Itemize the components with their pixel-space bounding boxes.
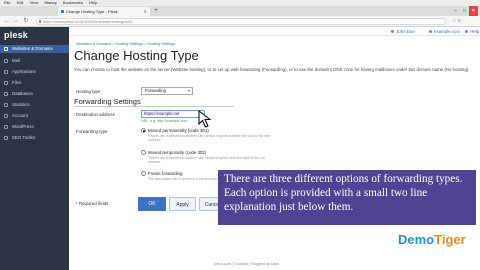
menu-history[interactable]: History: [44, 0, 56, 5]
close-tab-icon[interactable]: ✕: [144, 7, 147, 16]
plesk-logo[interactable]: plesk: [4, 30, 28, 40]
sidebar-item-label: Mail: [12, 58, 21, 63]
sidebar-item-label: Account: [12, 113, 28, 118]
address-text: https://www.plesk.local:8443/smb/web/set…: [43, 19, 133, 24]
browser-tab[interactable]: Change Hosting Type - Plesk ✕: [58, 7, 150, 16]
sidebar-item-label: SEO Toolkit: [12, 135, 35, 140]
globe-icon: [4, 47, 8, 51]
app-window: File Edit View History Bookmarks Help Ch…: [0, 0, 480, 270]
sidebar-item-label: Applications: [12, 69, 36, 74]
sidebar-item-account[interactable]: Account: [0, 112, 69, 120]
menu-edit[interactable]: Edit: [17, 0, 24, 5]
demotiger-logo: DemoTiger: [398, 232, 466, 247]
folder-icon: [4, 81, 8, 85]
option-label-301[interactable]: Moved permanently (code 301): [148, 128, 209, 133]
sidebar-item-websites-domains[interactable]: Websites & Domains: [0, 45, 69, 53]
address-bar[interactable]: https://www.plesk.local:8443/smb/web/set…: [36, 18, 446, 25]
reload-icon[interactable]: ↻: [22, 17, 30, 26]
maximize-icon[interactable]: □: [460, 6, 469, 16]
destination-hint: URL, e.g. http://example.com: [141, 119, 188, 123]
menu-help[interactable]: Help: [89, 0, 97, 5]
menu-file[interactable]: File: [4, 0, 10, 5]
seo-icon: [4, 136, 8, 140]
hosting-type-select[interactable]: Forwarding ▾: [141, 87, 193, 95]
help-menu[interactable]: Help: [465, 27, 479, 36]
tab-title: Change Hosting Type - Plesk: [66, 9, 118, 14]
help-icon: [465, 30, 468, 34]
user-icon: [391, 30, 394, 34]
destination-address-label: Destination address: [76, 112, 115, 117]
user-menu[interactable]: John Doe: [391, 27, 415, 36]
window-controls: – □ ✕: [451, 6, 478, 16]
sidebar-item-mail[interactable]: Mail: [0, 57, 69, 65]
annotation-callout: There are three different options of for…: [218, 170, 476, 225]
sidebar-item-seo-toolkit[interactable]: SEO Toolkit: [0, 134, 69, 142]
breadcrumb[interactable]: Websites & Domains > Hosting Settings > …: [76, 42, 175, 46]
sidebar-item-label: Statistics: [12, 102, 30, 107]
browser-tabbar: Change Hosting Type - Plesk ✕ + – □ ✕: [0, 6, 480, 16]
option-help-301: Visitors are redirected to another site;…: [148, 134, 271, 142]
menu-bookmarks[interactable]: Bookmarks: [63, 0, 83, 5]
hosting-type-value: Forwarding: [145, 88, 166, 93]
section-divider: [74, 106, 234, 107]
subscription-icon: [429, 30, 432, 34]
radio-moved-temporarily[interactable]: [141, 150, 146, 155]
forwarding-type-label: Forwarding type: [76, 129, 108, 134]
sidebar-item-label: WordPress: [12, 124, 34, 129]
apply-button[interactable]: Apply: [169, 197, 196, 211]
destination-address-input[interactable]: https://example.net: [141, 110, 205, 118]
radio-frame-forwarding[interactable]: [141, 171, 146, 176]
subscription-menu[interactable]: example.com: [429, 27, 460, 36]
sidebar-item-label: Websites & Domains: [12, 46, 53, 51]
chart-icon: [4, 103, 8, 107]
radio-moved-permanently[interactable]: [141, 128, 146, 133]
menu-view[interactable]: View: [30, 0, 39, 5]
mail-icon: [4, 59, 8, 63]
lock-icon: [39, 20, 41, 23]
option-help-302: Visitors are redirected to another site;…: [148, 156, 265, 164]
database-icon: [4, 92, 8, 96]
sidebar-item-label: Files: [12, 80, 22, 85]
required-fields-note: * Required fields: [76, 201, 109, 206]
chevron-down-icon: ▾: [187, 88, 190, 93]
sidebar-item-label: Databases: [12, 91, 33, 96]
ok-button[interactable]: OK: [138, 197, 166, 211]
browser-toolbar: ← → ↻ https://www.plesk.local:8443/smb/w…: [0, 16, 480, 27]
page-title: Change Hosting Type: [74, 48, 199, 63]
browser-menu-icon[interactable]: ☆ ≡: [452, 18, 461, 24]
sidebar-item-statistics[interactable]: Statistics: [0, 101, 69, 109]
close-window-icon[interactable]: ✕: [469, 6, 478, 16]
back-icon[interactable]: ←: [3, 17, 11, 26]
mouse-cursor-icon: [198, 110, 212, 128]
page-footer: plesk.com | Cookies | Suggest an Idea: [214, 262, 279, 266]
sidebar-item-files[interactable]: Files: [0, 79, 69, 87]
new-tab-button[interactable]: +: [152, 7, 160, 15]
forward-icon[interactable]: →: [12, 17, 20, 26]
forwarding-settings-title: Forwarding Settings: [74, 97, 141, 106]
sidebar: plesk Websites & Domains Mail Applicatio…: [0, 27, 69, 270]
sidebar-item-wordpress[interactable]: WordPress: [0, 123, 69, 131]
sidebar-item-databases[interactable]: Databases: [0, 90, 69, 98]
wordpress-icon: [4, 125, 8, 129]
user-icon: [4, 114, 8, 118]
option-label-302[interactable]: Moved temporarily (code 302): [148, 150, 206, 155]
apps-icon: [4, 70, 8, 74]
sidebar-item-applications[interactable]: Applications: [0, 68, 69, 76]
page-description: You can choose to host the website on th…: [74, 67, 470, 72]
hosting-type-label: Hosting type: [76, 89, 101, 94]
favicon-icon: [61, 10, 64, 13]
minimize-icon[interactable]: –: [451, 6, 460, 16]
top-header: John Doe example.com Help: [69, 27, 480, 36]
option-label-frame[interactable]: Frame forwarding: [148, 171, 182, 176]
